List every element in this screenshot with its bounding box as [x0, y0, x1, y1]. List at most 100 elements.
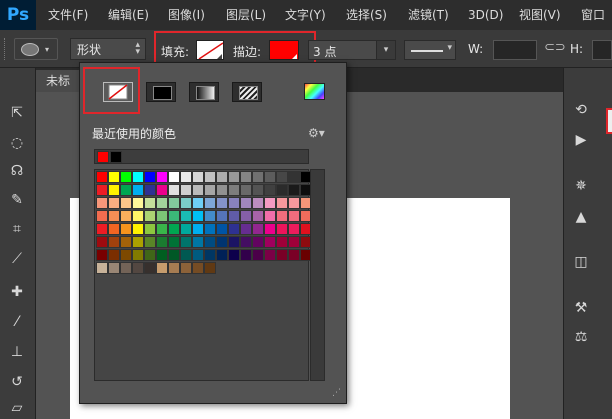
move-tool-icon[interactable]: ⇱	[6, 102, 28, 124]
color-swatch[interactable]	[204, 210, 216, 222]
color-swatch[interactable]	[276, 171, 288, 183]
color-swatch[interactable]	[120, 184, 132, 196]
color-swatch[interactable]	[252, 171, 264, 183]
color-swatch[interactable]	[192, 171, 204, 183]
color-swatch[interactable]	[120, 197, 132, 209]
clone-source-panel-icon[interactable]: ⚖	[568, 325, 594, 349]
color-swatch[interactable]	[252, 236, 264, 248]
color-swatch[interactable]	[288, 184, 300, 196]
color-swatch[interactable]	[168, 249, 180, 261]
color-swatch[interactable]	[204, 171, 216, 183]
color-swatch[interactable]	[192, 223, 204, 235]
color-swatch[interactable]	[144, 171, 156, 183]
color-swatch[interactable]	[264, 223, 276, 235]
color-swatch[interactable]	[144, 210, 156, 222]
menu-3d[interactable]: 3D(D)	[468, 0, 503, 30]
color-swatch[interactable]	[288, 223, 300, 235]
marquee-tool-icon[interactable]: ◌	[6, 132, 28, 154]
solid-color-button[interactable]	[146, 82, 176, 102]
color-swatch[interactable]	[228, 184, 240, 196]
color-swatch[interactable]	[108, 223, 120, 235]
menu-window[interactable]: 窗口	[581, 0, 605, 30]
recent-swatch[interactable]	[97, 151, 109, 163]
color-swatch[interactable]	[240, 223, 252, 235]
color-swatch[interactable]	[132, 210, 144, 222]
color-swatch[interactable]	[216, 171, 228, 183]
color-swatch[interactable]	[276, 210, 288, 222]
color-swatch[interactable]	[252, 223, 264, 235]
color-swatch[interactable]	[204, 184, 216, 196]
color-swatch[interactable]	[120, 236, 132, 248]
recent-swatch[interactable]	[110, 151, 122, 163]
color-swatch[interactable]	[252, 210, 264, 222]
color-swatch[interactable]	[264, 171, 276, 183]
color-swatch[interactable]	[240, 249, 252, 261]
color-swatch[interactable]	[228, 197, 240, 209]
color-swatch[interactable]	[144, 197, 156, 209]
color-swatch[interactable]	[180, 171, 192, 183]
color-swatch[interactable]	[156, 236, 168, 248]
color-swatch[interactable]	[156, 249, 168, 261]
color-swatch[interactable]	[228, 210, 240, 222]
width-input[interactable]	[493, 40, 537, 60]
menu-select[interactable]: 选择(S)	[346, 0, 387, 30]
color-swatch[interactable]	[108, 249, 120, 261]
color-swatch[interactable]	[240, 236, 252, 248]
color-swatch[interactable]	[180, 249, 192, 261]
color-swatch[interactable]	[192, 249, 204, 261]
menu-filter[interactable]: 滤镜(T)	[408, 0, 449, 30]
color-swatch[interactable]	[156, 184, 168, 196]
color-swatch[interactable]	[96, 262, 108, 274]
color-swatch[interactable]	[288, 210, 300, 222]
brush-tool-icon[interactable]: ⁄	[6, 311, 28, 333]
gear-icon[interactable]: ⚙▾	[308, 126, 325, 140]
color-swatch[interactable]	[288, 236, 300, 248]
color-swatch[interactable]	[96, 184, 108, 196]
color-swatch[interactable]	[96, 171, 108, 183]
color-swatch[interactable]	[96, 236, 108, 248]
color-swatch[interactable]	[132, 197, 144, 209]
color-swatch[interactable]	[192, 184, 204, 196]
healing-brush-tool-icon[interactable]: ✚	[6, 281, 28, 303]
quick-select-tool-icon[interactable]: ✎	[6, 189, 28, 211]
color-swatch[interactable]	[228, 223, 240, 235]
color-swatch[interactable]	[168, 210, 180, 222]
color-swatch[interactable]	[180, 236, 192, 248]
gradient-button[interactable]	[189, 82, 219, 102]
brushes-panel-icon[interactable]: ⚒	[568, 296, 594, 320]
color-swatch[interactable]	[276, 236, 288, 248]
color-swatch[interactable]	[132, 171, 144, 183]
color-swatch[interactable]	[144, 262, 156, 274]
color-swatch[interactable]	[288, 249, 300, 261]
color-swatch[interactable]	[216, 184, 228, 196]
color-swatch[interactable]	[228, 171, 240, 183]
color-swatch[interactable]	[264, 236, 276, 248]
color-swatch[interactable]	[216, 223, 228, 235]
color-swatch[interactable]	[180, 197, 192, 209]
color-swatch[interactable]	[216, 210, 228, 222]
fill-swatch-button[interactable]	[196, 40, 224, 60]
color-swatch[interactable]	[204, 262, 216, 274]
color-swatch[interactable]	[276, 249, 288, 261]
color-swatch[interactable]	[156, 262, 168, 274]
color-swatch[interactable]	[108, 171, 120, 183]
menu-view[interactable]: 视图(V)	[519, 0, 561, 30]
color-swatch[interactable]	[240, 184, 252, 196]
3d-panel-icon[interactable]: ◫	[568, 250, 594, 274]
menu-edit[interactable]: 编辑(E)	[108, 0, 149, 30]
chevron-down-icon[interactable]: ▾	[376, 41, 395, 59]
color-swatch[interactable]	[264, 184, 276, 196]
color-swatch[interactable]	[276, 223, 288, 235]
eraser-tool-icon[interactable]: ▱	[6, 397, 28, 419]
color-swatch[interactable]	[216, 249, 228, 261]
color-swatch[interactable]	[240, 197, 252, 209]
play-actions-icon[interactable]: ▶	[568, 128, 594, 152]
color-swatch[interactable]	[120, 171, 132, 183]
color-swatch[interactable]	[288, 197, 300, 209]
color-swatch[interactable]	[204, 223, 216, 235]
color-swatch[interactable]	[264, 249, 276, 261]
stroke-width-field[interactable]: 3 点 ▾	[308, 40, 396, 60]
menu-image[interactable]: 图像(I)	[168, 0, 205, 30]
color-swatch[interactable]	[168, 171, 180, 183]
color-swatch[interactable]	[156, 171, 168, 183]
